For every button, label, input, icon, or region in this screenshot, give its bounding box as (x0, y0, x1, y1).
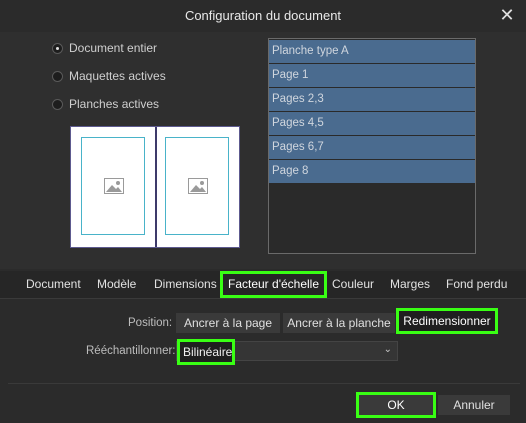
radio-label: Planches actives (69, 97, 160, 111)
radio-planches-actives[interactable]: Planches actives (52, 96, 159, 112)
radio-button-icon[interactable] (52, 98, 63, 110)
radio-document-entier[interactable]: Document entier (52, 40, 157, 56)
radio-label: Document entier (69, 41, 158, 55)
close-icon[interactable]: ✕ (498, 6, 516, 24)
tab-bar: Document Modèle Dimensions Facteur d'éch… (0, 271, 526, 299)
list-item[interactable]: Planche type A (269, 40, 475, 63)
resize-button[interactable]: Redimensionner (396, 308, 498, 334)
image-placeholder-icon (104, 178, 124, 194)
pages-list[interactable]: Planche type A Page 1 Pages 2,3 Pages 4,… (268, 38, 476, 254)
list-item[interactable]: Pages 2,3 (269, 88, 475, 111)
footer-divider (8, 383, 520, 384)
resample-label: Rééchantillonner: (86, 345, 176, 357)
spread-divider (155, 127, 157, 247)
radio-maquettes-actives[interactable]: Maquettes actives (52, 68, 166, 84)
spread-preview (70, 126, 240, 248)
page-preview-right (165, 137, 229, 235)
tab-modele[interactable]: Modèle (97, 271, 136, 298)
dialog-title: Configuration du document (184, 8, 342, 23)
list-item[interactable]: Page 1 (269, 64, 475, 87)
tab-document[interactable]: Document (26, 271, 81, 298)
radio-button-icon[interactable] (52, 70, 63, 82)
tab-fond-perdu[interactable]: Fond perdu (446, 271, 507, 298)
tab-facteur-echelle[interactable]: Facteur d'échelle (220, 271, 328, 298)
resample-selected-value[interactable]: Bilinéaire (177, 339, 235, 365)
ok-button[interactable]: OK (356, 392, 436, 418)
radio-label: Maquettes actives (69, 69, 166, 83)
radio-button-icon[interactable] (52, 42, 63, 54)
image-placeholder-icon (188, 178, 208, 194)
resample-select[interactable]: Bilinéaire ⌄ (176, 339, 398, 365)
cancel-button[interactable]: Annuler (438, 395, 510, 415)
list-item[interactable]: Pages 4,5 (269, 112, 475, 135)
tab-couleur[interactable]: Couleur (332, 271, 374, 298)
page-preview-left (81, 137, 145, 235)
title-bar: Configuration du document ✕ (0, 0, 526, 32)
anchor-to-spread-button[interactable]: Ancrer à la planche (283, 313, 395, 333)
position-label: Position: (128, 317, 173, 329)
chevron-down-icon[interactable]: ⌄ (384, 344, 392, 355)
tab-marges[interactable]: Marges (390, 271, 430, 298)
list-item[interactable]: Page 8 (269, 160, 475, 183)
anchor-to-page-button[interactable]: Ancrer à la page (176, 313, 280, 333)
tab-dimensions[interactable]: Dimensions (154, 271, 217, 298)
list-item[interactable]: Pages 6,7 (269, 136, 475, 159)
